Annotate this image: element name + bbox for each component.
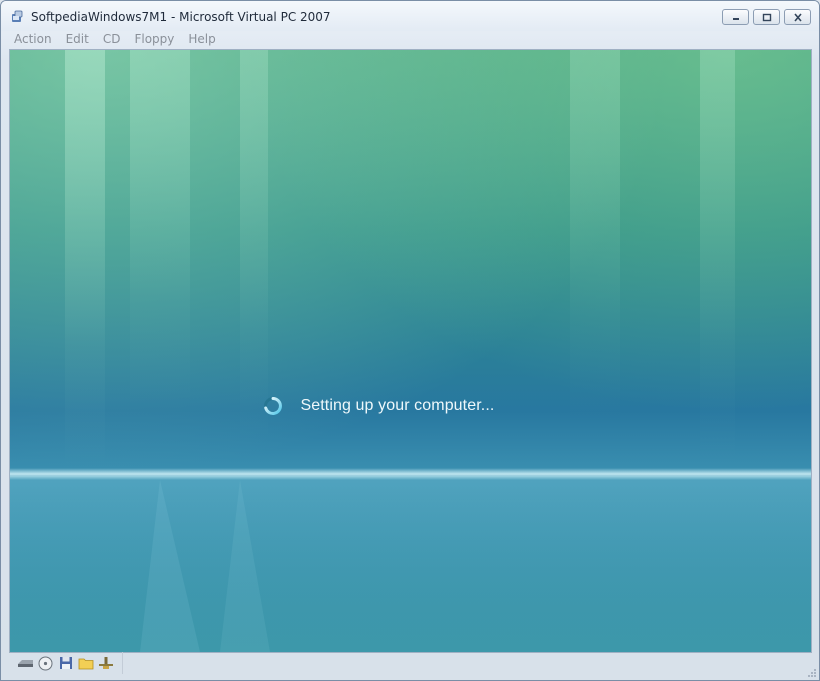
setup-status: Setting up your computer...	[262, 395, 494, 417]
minimize-button[interactable]	[722, 9, 749, 25]
cd-drive-icon[interactable]	[37, 655, 54, 671]
aurora-background	[10, 50, 811, 652]
restore-button[interactable]	[753, 9, 780, 25]
menu-bar: Action Edit CD Floppy Help	[7, 30, 813, 47]
hard-disk-icon[interactable]	[17, 655, 34, 671]
caption-buttons	[722, 9, 811, 25]
minimize-icon	[732, 18, 739, 20]
setup-status-text: Setting up your computer...	[300, 397, 495, 414]
virtual-pc-window: SoftpediaWindows7M1 - Microsoft Virtual …	[0, 0, 820, 681]
resize-grip-icon[interactable]	[807, 668, 817, 678]
guest-screen[interactable]: Setting up your computer...	[9, 49, 812, 653]
menu-edit[interactable]: Edit	[59, 32, 96, 46]
busy-spinner-icon	[264, 397, 283, 415]
close-icon	[793, 12, 802, 22]
close-button[interactable]	[784, 9, 811, 25]
restore-icon	[762, 13, 771, 21]
virtual-pc-icon	[12, 10, 23, 22]
status-bar	[9, 652, 812, 674]
menu-floppy[interactable]: Floppy	[127, 32, 181, 46]
menu-cd[interactable]: CD	[96, 32, 128, 46]
device-icons	[9, 652, 123, 674]
floppy-icon[interactable]	[57, 655, 74, 671]
window-title: SoftpediaWindows7M1 - Microsoft Virtual …	[31, 10, 331, 24]
title-bar[interactable]: SoftpediaWindows7M1 - Microsoft Virtual …	[1, 1, 819, 31]
menu-action[interactable]: Action	[7, 32, 59, 46]
network-icon[interactable]	[97, 655, 114, 671]
shared-folder-icon[interactable]	[77, 655, 94, 671]
menu-help[interactable]: Help	[181, 32, 222, 46]
